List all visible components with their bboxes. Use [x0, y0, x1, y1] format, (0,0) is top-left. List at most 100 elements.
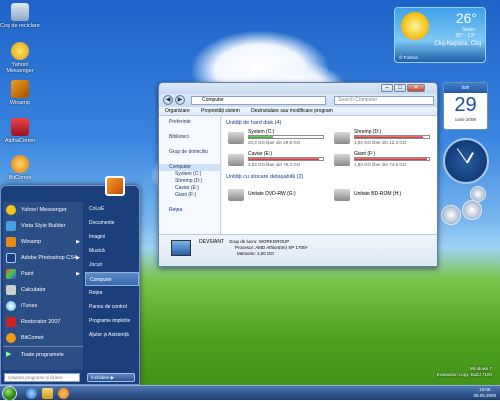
- memory: Memorie: 1,00 GO: [237, 251, 275, 256]
- command-bar: Organizare Proprietăți sistem Dezinstala…: [159, 107, 437, 116]
- memory-meter-gadget[interactable]: [462, 200, 482, 220]
- link-music[interactable]: Muzică: [85, 244, 139, 258]
- bitcomet-icon: [11, 155, 29, 173]
- system-links: CoLoE Documente Imagini Muzică Jocuri Co…: [85, 202, 139, 370]
- calendar-month: iunie 2009: [455, 117, 476, 122]
- desktop-icon-winamp[interactable]: Winamp: [0, 80, 40, 106]
- desktop-icon-label: Winamp: [9, 100, 31, 106]
- explorer-window[interactable]: – □ ✕ ◀ ▶ Computer Search Computer Organ…: [158, 82, 438, 267]
- address-bar-row: ◀ ▶ Computer Search Computer: [159, 94, 437, 107]
- section-hard-disks[interactable]: Unități de hard disk (4): [222, 119, 437, 127]
- clock-gadget[interactable]: [443, 138, 489, 184]
- organize-button[interactable]: Organizare: [165, 108, 190, 114]
- build-watermark: Windows 7 Evaluation copy. Build 7100: [437, 366, 492, 377]
- close-button[interactable]: ✕: [407, 84, 425, 92]
- taskbar-date: 29.06.2009: [473, 393, 496, 398]
- desktop-icon-yahoo[interactable]: Yahoo! Messenger: [0, 42, 40, 74]
- search-input[interactable]: Search Computer: [334, 96, 434, 105]
- link-games[interactable]: Jocuri: [85, 258, 139, 272]
- shutdown-button[interactable]: Închidere ▶: [87, 373, 135, 382]
- media-player-icon[interactable]: [58, 388, 69, 399]
- nav-libraries[interactable]: Biblioteci: [159, 134, 220, 141]
- start-search-input[interactable]: Căutare programe și fișiere: [4, 373, 80, 382]
- uninstall-program-button[interactable]: Dezinstalare sau modificare program: [251, 108, 333, 114]
- pinned-programs: Yahoo! Messenger Vista Style Builder Win…: [3, 202, 83, 370]
- ie-icon[interactable]: [26, 388, 37, 399]
- weather-source: © Foreca: [399, 55, 418, 60]
- start-item-label: Restorator 2007: [21, 319, 61, 325]
- start-item-yahoo[interactable]: Yahoo! Messenger: [3, 202, 83, 218]
- system-properties-button[interactable]: Proprietăți sistem: [201, 108, 240, 114]
- cpu-meter-gadget[interactable]: [441, 205, 461, 225]
- nav-homegroup[interactable]: Grup de domiciliu: [159, 149, 220, 156]
- maximize-button[interactable]: □: [394, 84, 406, 92]
- back-button[interactable]: ◀: [163, 95, 173, 105]
- drive-c[interactable]: System (C:) 20,3 GO liber din 29,8 GO: [228, 129, 328, 149]
- start-item-restorator[interactable]: Restorator 2007: [3, 314, 83, 330]
- link-default-programs[interactable]: Programe implicite: [85, 314, 139, 328]
- drive-f[interactable]: Giant (F:) 1,83 GO liber din 74,5 GO: [334, 151, 434, 171]
- link-documents[interactable]: Documente: [85, 216, 139, 230]
- usage-fill: [249, 136, 273, 138]
- taskbar-clock[interactable]: 15:06 29.06.2009: [473, 387, 496, 399]
- nav-favorites[interactable]: Preferinte: [159, 119, 220, 126]
- desktop-icon-label: Coș de reciclare: [0, 23, 40, 29]
- explorer-icon[interactable]: [42, 388, 53, 399]
- desktop-icon-recycle-bin[interactable]: Coș de reciclare: [0, 3, 40, 29]
- details-pane: DEVSIANT Grup de lucru: WORKGROUP Proces…: [159, 234, 437, 266]
- weather-gadget[interactable]: 26° Senin 30° - 13° Cluj-Napoca, Cluj © …: [394, 7, 486, 63]
- start-item-photoshop[interactable]: Adobe Photoshop CS4 ▶: [3, 250, 83, 266]
- drive-e[interactable]: Caviar (E:) 3,53 GO liber din 76,3 GO: [228, 151, 328, 171]
- navigation-pane: Preferinte Biblioteci Grup de domiciliu …: [159, 116, 221, 234]
- usage-fill: [355, 158, 427, 160]
- nav-drive-d[interactable]: Shremp (D:): [159, 178, 220, 185]
- drive-h[interactable]: Unitate BD-ROM (H:): [334, 186, 434, 206]
- start-item-vsb[interactable]: Vista Style Builder: [3, 218, 83, 234]
- all-programs[interactable]: ▶ Toate programele: [3, 346, 83, 362]
- start-button[interactable]: [2, 386, 17, 401]
- nav-computer[interactable]: Computer: [159, 164, 220, 171]
- itunes-icon: [6, 301, 16, 311]
- usage-bar: [354, 135, 430, 139]
- start-item-label: Yahoo! Messenger: [21, 207, 67, 213]
- section-removable[interactable]: Unități cu stocare detașabilă (2): [222, 173, 303, 181]
- minimize-button[interactable]: –: [381, 84, 393, 92]
- usage-bar: [248, 135, 324, 139]
- nav-drive-f[interactable]: Giant (F:): [159, 192, 220, 199]
- drive-g[interactable]: Unitate DVD-RW (G:): [228, 186, 328, 206]
- link-control-panel[interactable]: Panou de control: [85, 300, 139, 314]
- address-input[interactable]: Computer: [191, 96, 326, 105]
- link-user[interactable]: CoLoE: [85, 202, 139, 216]
- recycle-bin-icon: [11, 3, 29, 21]
- desktop-icon-bitcomet[interactable]: BitComet: [0, 155, 40, 181]
- hard-disk-icon: [334, 154, 350, 166]
- start-item-itunes[interactable]: iTunes: [3, 298, 83, 314]
- nav-network[interactable]: Rețea: [159, 207, 220, 214]
- start-item-label: Paint: [21, 271, 34, 277]
- usage-bar: [248, 157, 324, 161]
- start-item-calculator[interactable]: Calculator: [3, 282, 83, 298]
- user-picture[interactable]: [105, 176, 125, 196]
- link-help[interactable]: Ajutor și Asistență: [85, 328, 139, 342]
- nav-drive-c[interactable]: System (C:): [159, 171, 220, 178]
- nav-drive-e[interactable]: Caviar (E:): [159, 185, 220, 192]
- bd-drive-icon: [334, 189, 350, 201]
- start-item-winamp[interactable]: Winamp ▶: [3, 234, 83, 250]
- link-pictures[interactable]: Imagini: [85, 230, 139, 244]
- link-computer[interactable]: Computer: [85, 272, 139, 286]
- bitcomet-icon: [6, 333, 16, 343]
- calendar-gadget[interactable]: luni 29 iunie 2009: [443, 82, 488, 130]
- link-network[interactable]: Rețea: [85, 286, 139, 300]
- arrow-right-icon: ▶: [76, 239, 80, 245]
- forward-button[interactable]: ▶: [175, 95, 185, 105]
- start-item-paint[interactable]: Paint ▶: [3, 266, 83, 282]
- title-bar[interactable]: – □ ✕: [159, 83, 437, 94]
- start-item-bitcomet[interactable]: BitComet: [3, 330, 83, 346]
- paint-icon: [6, 269, 16, 279]
- yahoo-messenger-icon: [11, 42, 29, 60]
- desktop-icon-label: AlphaComm: [4, 138, 36, 144]
- desktop-icon-alphacomm[interactable]: AlphaComm: [0, 118, 40, 144]
- usage-fill: [249, 158, 320, 160]
- drive-d[interactable]: Shremp (D:) 1,04 GO liber din 12,3 GO: [334, 129, 434, 149]
- network-meter-gadget[interactable]: [470, 186, 486, 202]
